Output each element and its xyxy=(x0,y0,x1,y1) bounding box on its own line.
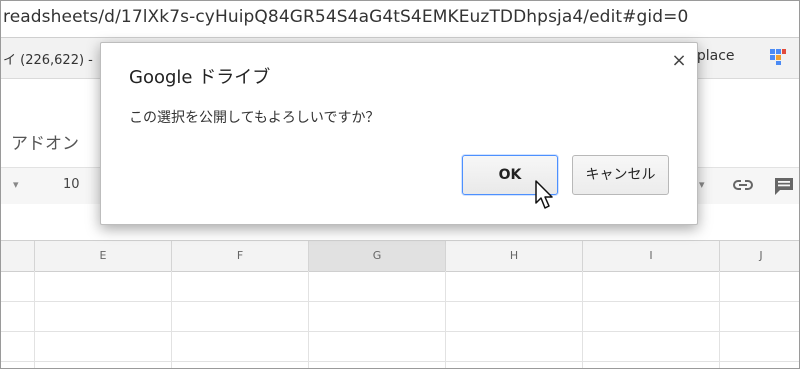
dialog-message: この選択を公開してもよろしいですか？ xyxy=(129,110,380,126)
grid-line xyxy=(171,271,172,368)
grid-line xyxy=(719,271,720,368)
table-row[interactable] xyxy=(1,302,799,332)
column-headers: E F G H I J xyxy=(1,241,799,272)
close-icon[interactable]: × xyxy=(669,51,689,71)
menu-addons[interactable]: アドオン xyxy=(11,129,79,154)
cancel-button[interactable]: キャンセル xyxy=(572,155,669,195)
table-row[interactable] xyxy=(1,272,799,302)
screenshot-frame: readsheets/d/17lXk7s-cyHuipQ84GR54S4aG4t… xyxy=(0,0,800,369)
font-size-select[interactable]: 10 xyxy=(63,177,80,192)
workplace-icon[interactable] xyxy=(769,48,787,66)
column-header-i[interactable]: I xyxy=(582,241,719,271)
column-header-j[interactable]: J xyxy=(719,241,799,271)
grid-line xyxy=(445,271,446,368)
address-bar[interactable]: readsheets/d/17lXk7s-cyHuipQ84GR54S4aG4t… xyxy=(1,1,799,38)
grid-line xyxy=(582,271,583,368)
url-text[interactable]: readsheets/d/17lXk7s-cyHuipQ84GR54S4aG4t… xyxy=(3,7,688,27)
bookmark-item[interactable]: イ (226,622) - xyxy=(3,49,93,68)
grid-line xyxy=(308,271,309,368)
dialog-title: Google ドライブ xyxy=(129,67,271,88)
comment-icon[interactable] xyxy=(773,176,795,196)
column-header-h[interactable]: H xyxy=(445,241,582,271)
grid-line xyxy=(34,271,35,368)
column-header-f[interactable]: F xyxy=(171,241,308,271)
confirm-dialog: Google ドライブ × この選択を公開してもよろしいですか？ OK キャンセ… xyxy=(100,42,698,225)
column-header-g[interactable]: G xyxy=(308,241,445,271)
table-row[interactable] xyxy=(1,332,799,362)
column-header-e[interactable]: E xyxy=(34,241,171,271)
link-icon[interactable] xyxy=(732,176,754,194)
chevron-down-icon[interactable]: ▾ xyxy=(699,178,705,191)
chevron-down-icon[interactable]: ▾ xyxy=(13,178,19,191)
mouse-pointer-icon xyxy=(535,180,553,209)
